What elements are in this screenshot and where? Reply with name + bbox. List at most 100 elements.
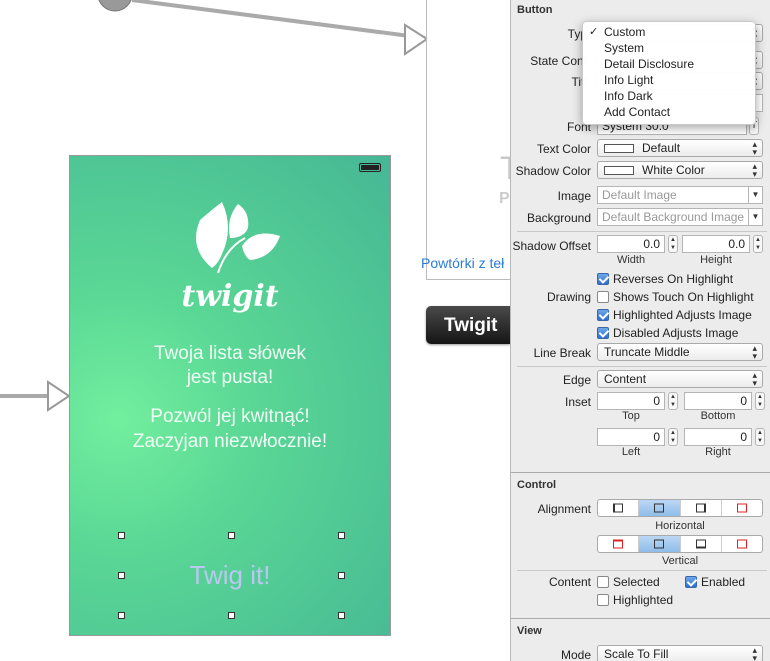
resize-handle-tc[interactable] [228, 532, 235, 539]
highlighted-checkbox[interactable]: Highlighted [597, 593, 673, 607]
reverses-on-highlight-label: Reverses On Highlight [613, 272, 734, 286]
resize-handle-bl[interactable] [118, 612, 125, 619]
checkbox-unchecked-icon[interactable] [597, 594, 609, 606]
checkbox-checked-icon[interactable] [597, 309, 609, 321]
content-label: Content [548, 575, 591, 589]
scene2-small-text: P [499, 190, 510, 207]
resize-handle-tl[interactable] [118, 532, 125, 539]
resize-handle-mr[interactable] [338, 572, 345, 579]
background-label: Background [526, 211, 591, 225]
checkbox-unchecked-icon[interactable] [597, 291, 609, 303]
divider [517, 570, 767, 571]
highlighted-adjusts-checkbox[interactable]: Highlighted Adjusts Image [597, 308, 752, 322]
background-combo[interactable]: Default Background Image ▼ [597, 208, 763, 226]
align-right-icon[interactable] [681, 500, 722, 516]
menu-item-label: Info Dark [604, 89, 653, 103]
mode-popup[interactable]: Scale To Fill ▴ ▾ [597, 645, 763, 661]
alignment-label: Alignment [537, 502, 591, 516]
leaves-logo-icon [196, 202, 280, 274]
align-left-icon[interactable] [598, 500, 640, 516]
text-color-swatch [604, 144, 634, 153]
view-section-title: View [517, 625, 542, 637]
checkmark-icon: ✓ [589, 26, 599, 38]
inset-right-field[interactable]: 0 [684, 428, 752, 446]
cta-line1: Pozwól jej kwitnąć! [150, 406, 310, 427]
entry-arrow-icon [0, 380, 71, 412]
segue-arrow-top[interactable] [80, 0, 430, 60]
shadow-color-value: White Color [642, 163, 705, 177]
type-dropdown-menu[interactable]: ✓ Custom System Detail Disclosure Info Li… [582, 21, 756, 125]
background-placeholder: Default Background Image [602, 210, 745, 224]
shows-touch-label: Shows Touch On Highlight [613, 290, 754, 304]
inset-right-stepper[interactable]: ▲ ▼ [755, 428, 765, 446]
horizontal-alignment-control[interactable] [597, 499, 763, 517]
resize-handle-ml[interactable] [118, 572, 125, 579]
align-top-icon[interactable] [598, 536, 640, 552]
edge-popup[interactable]: Content ▴ ▾ [597, 370, 763, 388]
menu-item-add-contact[interactable]: Add Contact [583, 105, 755, 121]
mode-label: Mode [560, 648, 591, 661]
menu-item-detail-disclosure[interactable]: Detail Disclosure [583, 57, 755, 73]
bottom-caption: Bottom [700, 410, 736, 422]
shadow-color-popup[interactable]: White Color ▴ ▾ [597, 161, 763, 179]
scene2-link[interactable]: Powtórki z teł [421, 255, 504, 271]
section-divider [511, 618, 770, 619]
horizontal-caption: Horizontal [655, 520, 705, 532]
menu-item-info-dark[interactable]: Info Dark [583, 89, 755, 105]
menu-item-info-light[interactable]: Info Light [583, 73, 755, 89]
checkbox-checked-icon[interactable] [685, 576, 697, 588]
storyboard-canvas[interactable]: T P Powtórki z teł Twigit twigit Twoja l… [0, 0, 520, 661]
inset-bottom-stepper[interactable]: ▲ ▼ [755, 392, 765, 410]
button-section-title: Button [517, 4, 553, 16]
disabled-adjusts-checkbox[interactable]: Disabled Adjusts Image [597, 326, 738, 340]
shadow-width-stepper[interactable]: ▲ ▼ [668, 235, 678, 253]
background-combo-arrow-icon[interactable]: ▼ [748, 209, 762, 225]
image-combo[interactable]: Default Image ▼ [597, 186, 763, 204]
title-label: Titl [571, 75, 587, 89]
align-middle-icon[interactable] [639, 536, 681, 552]
inset-top-stepper[interactable]: ▲ ▼ [668, 392, 678, 410]
vertical-alignment-control[interactable] [597, 535, 763, 553]
resize-handle-br[interactable] [338, 612, 345, 619]
line-break-label: Line Break [533, 346, 591, 360]
checkbox-unchecked-icon[interactable] [597, 576, 609, 588]
menu-item-custom[interactable]: ✓ Custom [583, 25, 755, 41]
inset-left-field[interactable]: 0 [597, 428, 665, 446]
text-color-popup[interactable]: Default ▴ ▾ [597, 139, 763, 157]
menu-item-system[interactable]: System [583, 41, 755, 57]
height-caption: Height [700, 254, 732, 266]
edge-label: Edge [562, 373, 591, 387]
phone-scene[interactable]: twigit Twoja lista słówek jest pusta! Po… [69, 155, 391, 636]
second-scene[interactable]: T P Powtórki z teł [421, 0, 520, 280]
highlighted-label: Highlighted [613, 593, 674, 607]
line-break-popup[interactable]: Truncate Middle ▴ ▾ [597, 343, 763, 361]
checkbox-checked-icon[interactable] [597, 273, 609, 285]
twigit-black-button[interactable]: Twigit [426, 306, 510, 344]
shadow-color-label: Shadow Color [515, 164, 591, 178]
inset-bottom-field[interactable]: 0 [684, 392, 752, 410]
shadow-offset-height-field[interactable]: 0.0 [682, 235, 750, 253]
shadow-height-stepper[interactable]: ▲ ▼ [753, 235, 763, 253]
align-fill-icon[interactable] [722, 500, 762, 516]
inset-top-field[interactable]: 0 [597, 392, 665, 410]
text-color-value: Default [642, 141, 681, 155]
inset-left-stepper[interactable]: ▲ ▼ [668, 428, 678, 446]
reverses-on-highlight-checkbox[interactable]: Reverses On Highlight [597, 272, 733, 286]
enabled-checkbox[interactable]: Enabled [685, 575, 745, 589]
menu-item-label: System [604, 41, 645, 55]
empty-list-line2: jest pusta! [186, 367, 274, 388]
align-center-icon[interactable] [639, 500, 681, 516]
type-label: Typ [567, 27, 587, 41]
vertical-caption: Vertical [661, 555, 699, 567]
shadow-offset-width-field[interactable]: 0.0 [597, 235, 665, 253]
selected-checkbox[interactable]: Selected [597, 575, 660, 589]
align-vfill-icon[interactable] [722, 536, 762, 552]
shows-touch-checkbox[interactable]: Shows Touch On Highlight [597, 290, 754, 304]
resize-handle-tr[interactable] [338, 532, 345, 539]
image-combo-arrow-icon[interactable]: ▼ [748, 187, 762, 203]
menu-item-label: Info Light [604, 73, 654, 87]
left-caption: Left [621, 446, 641, 458]
resize-handle-bc[interactable] [228, 612, 235, 619]
align-bottom-icon[interactable] [681, 536, 722, 552]
checkbox-checked-icon[interactable] [597, 327, 609, 339]
